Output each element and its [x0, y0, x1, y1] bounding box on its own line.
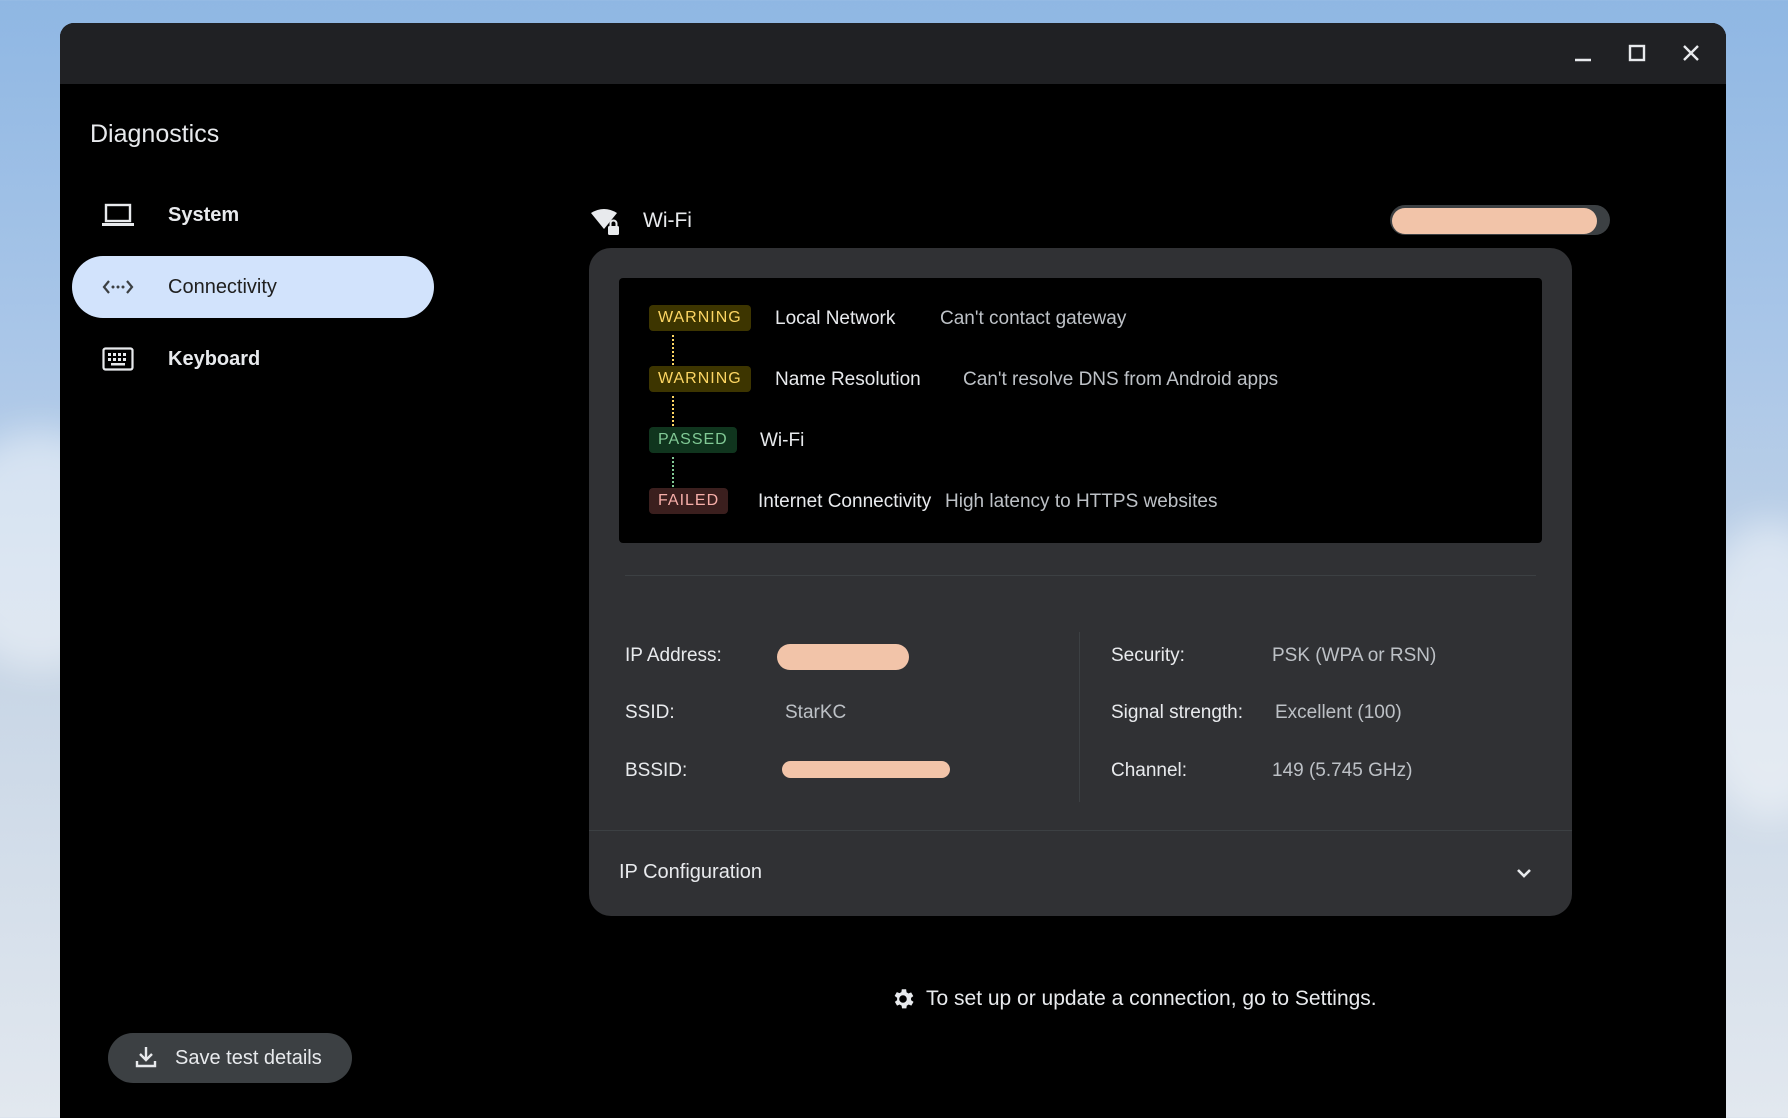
- maximize-icon: [1628, 44, 1646, 62]
- keyboard-icon: [102, 343, 134, 375]
- routine-connector: [672, 335, 674, 365]
- routine-connector: [672, 396, 674, 426]
- routine-name: Wi-Fi: [760, 430, 805, 451]
- security-label: Security:: [1111, 645, 1185, 666]
- routine-name: Internet Connectivity: [758, 491, 932, 512]
- settings-hint-text[interactable]: To set up or update a connection, go to …: [926, 987, 1377, 1011]
- ssid-label: SSID:: [625, 702, 675, 723]
- sidebar-item-label: Keyboard: [168, 347, 261, 370]
- routine-message: High latency to HTTPS websites: [945, 491, 1218, 512]
- save-test-details-button[interactable]: Save test details: [108, 1033, 352, 1083]
- routine-name: Name Resolution: [775, 369, 921, 390]
- close-button[interactable]: [1673, 35, 1709, 71]
- security-value: PSK (WPA or RSN): [1272, 645, 1437, 666]
- wifi-lock-icon: [590, 207, 622, 242]
- minimize-icon: [1575, 58, 1591, 62]
- network-header: Wi-Fi: [590, 203, 1610, 243]
- sidebar-item-label: System: [168, 203, 240, 226]
- signal-strength-value: Excellent (100): [1275, 702, 1402, 723]
- diagnostics-window: Diagnostics System Connectivity Keyboard…: [60, 23, 1726, 1118]
- channel-label: Channel:: [1111, 760, 1188, 781]
- status-badge: WARNING: [649, 366, 751, 392]
- save-button-label: Save test details: [175, 1046, 322, 1069]
- sidebar-item-system[interactable]: System: [72, 184, 434, 246]
- routine-list: WARNING Local Network Can't contact gate…: [619, 278, 1542, 543]
- settings-hint: To set up or update a connection, go to …: [890, 986, 1377, 1012]
- title-bar: [60, 23, 1726, 84]
- ip-configuration-label: IP Configuration: [619, 861, 763, 883]
- status-badge: PASSED: [649, 427, 737, 453]
- sidebar-item-label: Connectivity: [168, 275, 277, 298]
- network-type: Wi-Fi: [643, 209, 692, 232]
- redacted-network-name: [1392, 208, 1597, 234]
- app-title: Diagnostics: [90, 120, 220, 148]
- routine-message: Can't resolve DNS from Android apps: [963, 369, 1279, 390]
- routine-connector: [672, 457, 674, 487]
- ip-address-label: IP Address:: [625, 645, 722, 666]
- bssid-label: BSSID:: [625, 760, 688, 781]
- sidebar-item-connectivity[interactable]: Connectivity: [72, 256, 434, 318]
- sidebar-item-keyboard[interactable]: Keyboard: [72, 328, 434, 390]
- status-badge: FAILED: [649, 488, 729, 514]
- signal-strength-label: Signal strength:: [1111, 702, 1244, 723]
- ssid-value: StarKC: [785, 702, 847, 723]
- routine-name: Local Network: [775, 308, 896, 329]
- chevron-down-icon: [1517, 869, 1531, 878]
- connectivity-icon: [102, 271, 134, 303]
- maximize-button[interactable]: [1619, 35, 1655, 71]
- redacted-ip-address: [777, 644, 909, 670]
- download-icon: [135, 1045, 157, 1074]
- channel-value: 149 (5.745 GHz): [1272, 760, 1413, 781]
- gear-icon[interactable]: [890, 986, 916, 1012]
- redacted-bssid: [782, 761, 950, 778]
- ip-configuration-expander[interactable]: IP Configuration: [589, 830, 1572, 916]
- routine-message: Can't contact gateway: [940, 308, 1127, 329]
- status-badge: WARNING: [649, 305, 751, 331]
- minimize-button[interactable]: [1565, 35, 1601, 71]
- close-icon: [1683, 45, 1699, 61]
- connectivity-card: WARNING Local Network Can't contact gate…: [589, 248, 1572, 916]
- laptop-icon: [102, 199, 134, 231]
- column-divider: [1079, 632, 1080, 802]
- section-divider: [625, 575, 1536, 576]
